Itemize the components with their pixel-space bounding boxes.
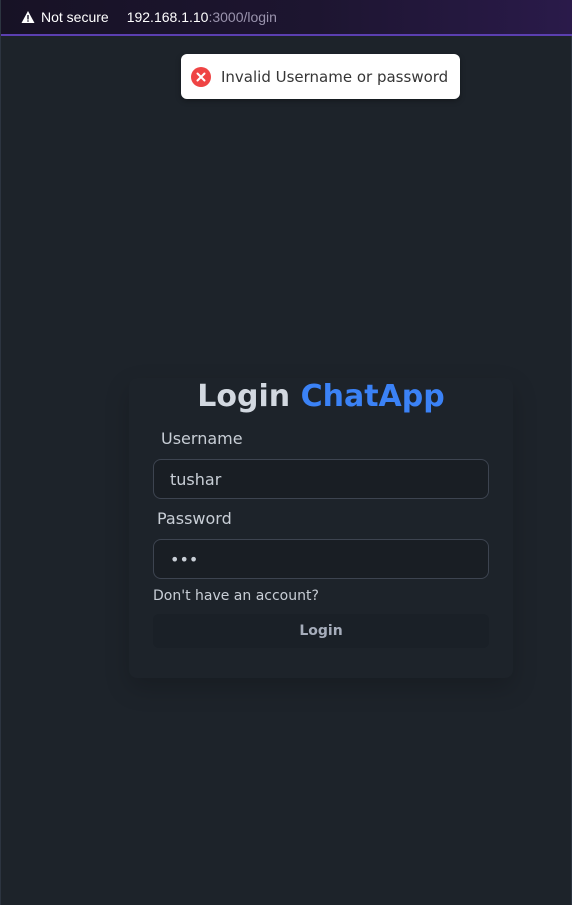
signup-link[interactable]: Don't have an account?: [153, 588, 319, 604]
url-field[interactable]: 192.168.1.10:3000/login: [127, 9, 277, 25]
security-label: Not secure: [41, 9, 109, 25]
warning-icon: [21, 11, 35, 23]
password-label: Password: [157, 509, 232, 528]
title-prefix: Login: [197, 379, 291, 414]
title-brand: ChatApp: [300, 379, 445, 414]
security-indicator[interactable]: Not secure: [1, 0, 127, 35]
error-toast: Invalid Username or password: [181, 54, 460, 99]
username-input[interactable]: [153, 459, 489, 499]
browser-address-bar: Not secure 192.168.1.10:3000/login: [1, 0, 572, 36]
password-input[interactable]: [153, 539, 489, 579]
login-button[interactable]: Login: [153, 614, 489, 648]
error-x-icon: [191, 66, 211, 87]
toast-message: Invalid Username or password: [221, 67, 449, 86]
username-label: Username: [161, 429, 243, 448]
page-title: Login ChatApp: [1, 379, 572, 414]
url-path: :3000/login: [208, 9, 277, 25]
url-host: 192.168.1.10: [126, 9, 209, 25]
